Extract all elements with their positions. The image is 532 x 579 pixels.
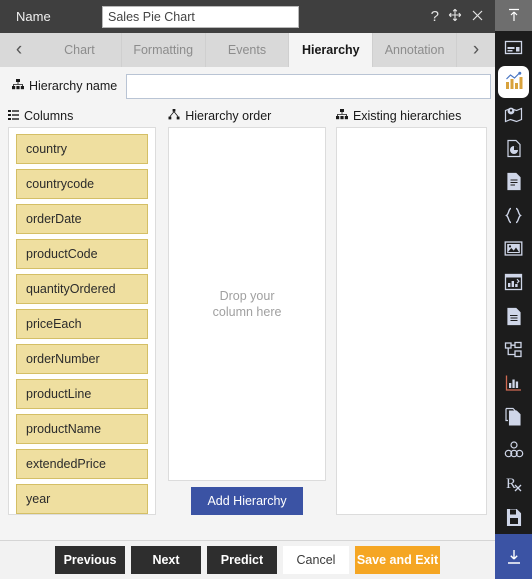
tab-annotation[interactable]: Annotation	[373, 33, 457, 67]
map-pin-icon[interactable]	[495, 98, 532, 132]
hierarchy-order-title: Hierarchy order	[185, 109, 272, 123]
tab-hierarchy[interactable]: Hierarchy	[289, 33, 374, 67]
svg-text:R: R	[506, 476, 516, 492]
column-chip[interactable]: priceEach	[16, 309, 149, 339]
columns-panel: Columns country countrycode orderDate pr…	[8, 105, 157, 515]
line-chart-icon[interactable]	[495, 366, 532, 400]
right-icon-rail: R	[495, 0, 532, 579]
hierarchy-tab-panel: Hierarchy name Columns country countryco…	[0, 67, 495, 540]
hierarchy-name-label-group: Hierarchy name	[12, 79, 117, 93]
document-text-icon[interactable]	[495, 165, 532, 199]
dialog-title-bar: Name ?	[0, 0, 495, 33]
tree-structure-icon	[335, 109, 348, 123]
columns-panel-title: Columns	[24, 109, 74, 123]
close-icon[interactable]	[471, 9, 484, 25]
columns-list: country countrycode orderDate productCod…	[9, 128, 155, 514]
chart-bar-icon[interactable]	[495, 64, 532, 98]
column-chip[interactable]: productCode	[16, 239, 149, 269]
save-and-exit-button[interactable]: Save and Exit	[355, 546, 440, 574]
hierarchy-order-header: Hierarchy order	[168, 105, 326, 127]
panel-layout-icon[interactable]	[495, 31, 532, 65]
existing-hierarchies-listbox[interactable]	[335, 127, 487, 515]
column-chip[interactable]: countrycode	[16, 169, 149, 199]
add-hierarchy-button[interactable]: Add Hierarchy	[191, 487, 303, 515]
image-icon[interactable]	[495, 232, 532, 266]
collapse-up-icon[interactable]	[495, 0, 532, 31]
existing-hierarchies-panel: Existing hierarchies	[335, 105, 487, 515]
hierarchy-drop-zone[interactable]: Drop your column here	[168, 127, 326, 481]
drop-zone-hint: Drop your column here	[212, 289, 282, 319]
title-bar-actions: ?	[431, 8, 484, 25]
tab-formatting[interactable]: Formatting	[121, 33, 206, 67]
hierarchy-order-panel: Hierarchy order Drop your column here Ad…	[168, 105, 326, 515]
save-document-icon[interactable]	[495, 501, 532, 535]
hierarchy-order-icon	[168, 109, 180, 123]
window-chart-icon[interactable]	[495, 266, 532, 300]
list-icon	[8, 109, 19, 123]
tree-structure-icon	[12, 79, 24, 93]
dialog-footer: Previous Next Predict Cancel Save and Ex…	[0, 540, 495, 579]
tabs-scroll-left-icon[interactable]: ‹	[0, 33, 38, 67]
tabs-scroll-right-icon[interactable]: ›	[457, 33, 495, 67]
column-chip[interactable]: orderNumber	[16, 344, 149, 374]
hierarchy-name-row: Hierarchy name	[0, 67, 495, 105]
panels-row: Columns country countrycode orderDate pr…	[0, 105, 495, 515]
existing-hierarchies-header: Existing hierarchies	[335, 105, 487, 127]
next-button[interactable]: Next	[131, 546, 201, 574]
previous-button[interactable]: Previous	[55, 546, 125, 574]
tab-list: Chart Formatting Events Hierarchy Annota…	[38, 33, 457, 67]
question-mark-icon[interactable]: ?	[431, 9, 439, 24]
columns-panel-header: Columns	[8, 105, 156, 127]
chart-name-input[interactable]	[102, 5, 299, 28]
tab-chart[interactable]: Chart	[38, 33, 122, 67]
predict-button[interactable]: Predict	[207, 546, 277, 574]
name-label: Name	[16, 9, 51, 24]
column-chip[interactable]: extendedPrice	[16, 449, 149, 479]
code-braces-icon[interactable]	[495, 199, 532, 233]
cancel-button[interactable]: Cancel	[283, 546, 349, 574]
column-chip[interactable]: productName	[16, 414, 149, 444]
move-icon[interactable]	[448, 8, 462, 25]
hierarchy-dialog: Name ? ‹ Chart Formatting Events Hierarc…	[0, 0, 532, 579]
column-chip[interactable]: productLine	[16, 379, 149, 409]
copy-document-icon[interactable]	[495, 400, 532, 434]
column-chip[interactable]: year	[16, 484, 149, 514]
tree-structure-icon[interactable]	[495, 333, 532, 367]
hierarchy-name-label: Hierarchy name	[29, 79, 118, 93]
column-chip[interactable]: country	[16, 134, 149, 164]
document-list-icon[interactable]	[495, 299, 532, 333]
prescription-icon[interactable]: R	[495, 467, 532, 501]
column-chip[interactable]: quantityOrdered	[16, 274, 149, 304]
existing-hierarchies-title: Existing hierarchies	[352, 109, 462, 123]
download-icon[interactable]	[495, 534, 532, 579]
hierarchy-name-input[interactable]	[126, 73, 492, 99]
tab-events[interactable]: Events	[205, 33, 290, 67]
columns-listbox[interactable]: country countrycode orderDate productCod…	[8, 127, 157, 515]
document-chart-icon[interactable]	[495, 131, 532, 165]
tab-bar: ‹ Chart Formatting Events Hierarchy Anno…	[0, 33, 495, 67]
column-chip[interactable]: orderDate	[16, 204, 149, 234]
cluster-icon[interactable]	[495, 434, 532, 468]
